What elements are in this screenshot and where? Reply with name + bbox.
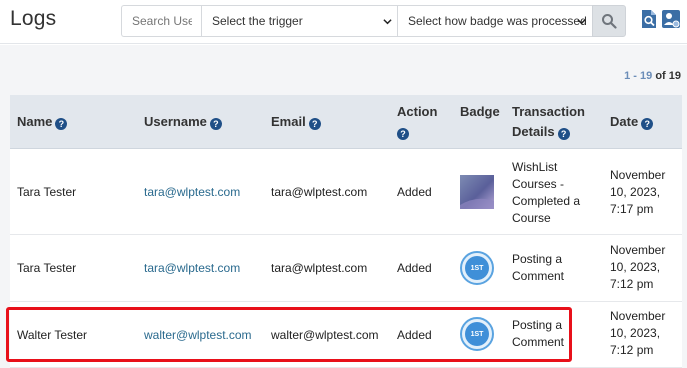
column-header-name[interactable]: Name [17,112,68,132]
badge-image [460,175,494,209]
pagination-range: 1 - 19 [624,70,653,82]
table-row[interactable]: Tara Tester tara@wlptest.com tara@wlptes… [10,235,682,302]
cell-email: tara@wlptest.com [271,261,368,275]
column-header-date[interactable]: Date [610,112,654,132]
help-icon[interactable] [641,118,654,130]
cell-action: Added [397,328,432,342]
search-button[interactable] [592,5,626,37]
cell-name: Walter Tester [17,328,88,342]
column-header-badge[interactable]: Badge [460,102,500,122]
cell-name: Tara Tester [17,185,77,199]
badge-process-select[interactable]: Select how badge was processed [397,5,593,37]
help-icon[interactable] [308,118,321,130]
cell-date: November 10, 2023, 7:12 pm [610,309,666,357]
trigger-select-value: Select the trigger [212,14,303,28]
table-row[interactable]: Tara Tester tara@wlptest.com tara@wlptes… [10,150,682,235]
cell-username-link[interactable]: walter@wlptest.com [144,327,252,344]
badge-process-select-value: Select how badge was processed [408,14,587,28]
table-header: Name Username Email Action Badge Transac… [10,95,682,149]
chevron-down-icon [577,19,586,25]
help-icon[interactable] [397,128,409,140]
help-icon[interactable] [557,128,570,140]
pagination-info: 1 - 19 of 19 [624,70,681,82]
cell-date: November 10, 2023, 7:17 pm [610,168,666,216]
column-header-email[interactable]: Email [271,112,321,132]
cell-username-link[interactable]: tara@wlptest.com [144,184,240,201]
first-comment-badge-icon: 1ST [460,317,494,351]
table-row[interactable]: Walter Tester walter@wlptest.com walter@… [10,302,682,368]
help-icon[interactable] [55,118,68,130]
column-header-transaction-details[interactable]: Transaction Details [512,102,585,142]
cell-transaction-details: Posting a Comment [512,318,565,349]
cell-date: November 10, 2023, 7:12 pm [610,243,666,291]
cell-action: Added [397,185,432,199]
search-icon [602,14,617,29]
cell-transaction-details: Posting a Comment [512,252,565,283]
search-input[interactable] [121,5,202,37]
chevron-down-icon [383,19,392,25]
trigger-select[interactable]: Select the trigger [201,5,398,37]
help-icon[interactable] [209,118,222,130]
header: Logs Select the trigger Select how badge… [0,0,687,44]
cell-username-link[interactable]: tara@wlptest.com [144,260,240,277]
logs-table: Name Username Email Action Badge Transac… [10,95,682,368]
first-comment-badge-icon: 1ST [460,251,494,285]
page-title: Logs [10,7,57,30]
column-header-username[interactable]: Username [144,112,222,132]
cell-transaction-details: WishList Courses - Completed a Course [512,160,581,225]
cell-email: walter@wlptest.com [271,328,379,342]
column-header-action[interactable]: Action [397,102,437,142]
user-settings-icon[interactable] [661,9,681,29]
cell-action: Added [397,261,432,275]
cell-email: tara@wlptest.com [271,185,368,199]
export-icon[interactable] [640,9,658,29]
cell-name: Tara Tester [17,261,77,275]
pagination-total: of 19 [655,70,681,82]
